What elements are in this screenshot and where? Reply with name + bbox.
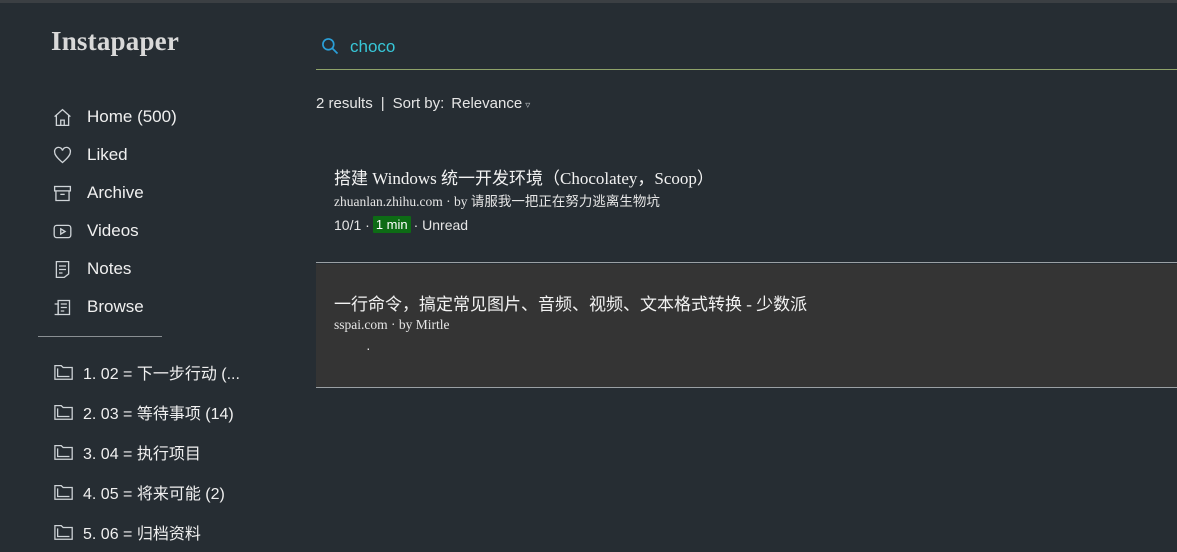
folder-item[interactable]: 5. 06 = 归档资料 — [53, 512, 240, 552]
sidebar-item-label: Browse — [87, 297, 144, 316]
sidebar-item-notes[interactable]: Notes — [50, 250, 177, 288]
article-source: sspai.com · by Mirtle — [334, 317, 450, 332]
sidebar-divider — [38, 336, 162, 337]
article-item[interactable]: 一行命令，搞定常见图片、音频、视频、文本格式转换 - 少数派 sspai.com… — [316, 264, 1177, 388]
read-status: · Unread — [413, 216, 469, 233]
sidebar-item-label: Videos — [87, 221, 139, 240]
sidebar-item-label: Liked — [87, 145, 128, 164]
browse-icon — [50, 295, 74, 319]
sidebar-item-browse[interactable]: Browse — [50, 288, 177, 326]
article-source: zhuanlan.zhihu.com · by 请服我一把正在努力逃离生物坑 — [334, 194, 660, 209]
folder-label: 1. 02 = 下一步行动 (... — [83, 366, 240, 383]
sidebar-item-label: Notes — [87, 259, 132, 278]
sidebar-item-label: Home (500) — [87, 107, 177, 126]
sort-value: Relevance — [451, 95, 523, 112]
results-toolbar: 2 results | Sort by: Relevance ▿ — [316, 95, 530, 112]
folder-icon — [53, 521, 77, 543]
sidebar-item-archive[interactable]: Archive — [50, 174, 177, 212]
article-status-line: 10/1 · 1 min · Unread — [334, 216, 468, 233]
sidebar: Instapaper Home (500) Liked Archive Vide… — [0, 0, 300, 544]
article-title[interactable]: 搭建 Windows 统一开发环境（Chocolatey，Scoop） — [334, 164, 714, 189]
main-content: 2 results | Sort by: Relevance▿ 搭建 Windo… — [316, 0, 1177, 544]
notes-icon — [50, 257, 74, 281]
results-separator: | — [380, 95, 385, 112]
folder-list: 1. 02 = 下一步行动 (... 2. 03 = 等待事项 (14) 3. … — [53, 352, 240, 552]
folder-icon — [53, 441, 77, 463]
folder-icon — [53, 361, 77, 383]
article-date: 10/1 · — [334, 216, 370, 233]
article-item[interactable]: 搭建 Windows 统一开发环境（Chocolatey，Scoop） zhua… — [316, 150, 1177, 263]
sidebar-nav: Home (500) Liked Archive Videos Notes Br… — [50, 98, 177, 326]
sort-dropdown[interactable]: Relevance ▿ — [451, 95, 530, 112]
folder-item[interactable]: 4. 05 = 将来可能 (2) — [53, 472, 240, 512]
sidebar-item-home[interactable]: Home (500) — [50, 98, 177, 136]
search-bar — [316, 28, 1177, 70]
article-title[interactable]: 一行命令，搞定常见图片、音频、视频、文本格式转换 - 少数派 — [334, 290, 807, 315]
folder-label: 5. 06 = 归档资料 — [83, 526, 201, 543]
folder-label: 3. 04 = 执行项目 — [83, 446, 201, 463]
folder-label: 4. 05 = 将来可能 (2) — [83, 486, 225, 503]
folder-item[interactable]: 3. 04 = 执行项目 — [53, 432, 240, 472]
search-input[interactable] — [350, 34, 950, 60]
sidebar-item-label: Archive — [87, 183, 144, 202]
home-icon — [50, 105, 74, 129]
heart-icon — [50, 143, 74, 167]
folder-icon — [53, 401, 77, 423]
sidebar-item-videos[interactable]: Videos — [50, 212, 177, 250]
sidebar-item-liked[interactable]: Liked — [50, 136, 177, 174]
folder-label: 2. 03 = 等待事项 (14) — [83, 406, 234, 423]
sort-label: Sort by: — [392, 95, 445, 112]
chevron-down-icon: ▿ — [525, 100, 531, 111]
results-count: 2 results — [316, 95, 373, 112]
archive-icon — [50, 181, 74, 205]
folder-item[interactable]: 1. 02 = 下一步行动 (... — [53, 352, 240, 392]
search-icon[interactable] — [320, 36, 342, 58]
folder-item[interactable]: 2. 03 = 等待事项 (14) — [53, 392, 240, 432]
article-status-dot: · — [366, 340, 371, 356]
read-time-badge: 1 min — [372, 216, 411, 233]
folder-icon — [53, 481, 77, 503]
video-icon — [50, 219, 74, 243]
app-logo[interactable]: Instapaper — [51, 26, 179, 57]
